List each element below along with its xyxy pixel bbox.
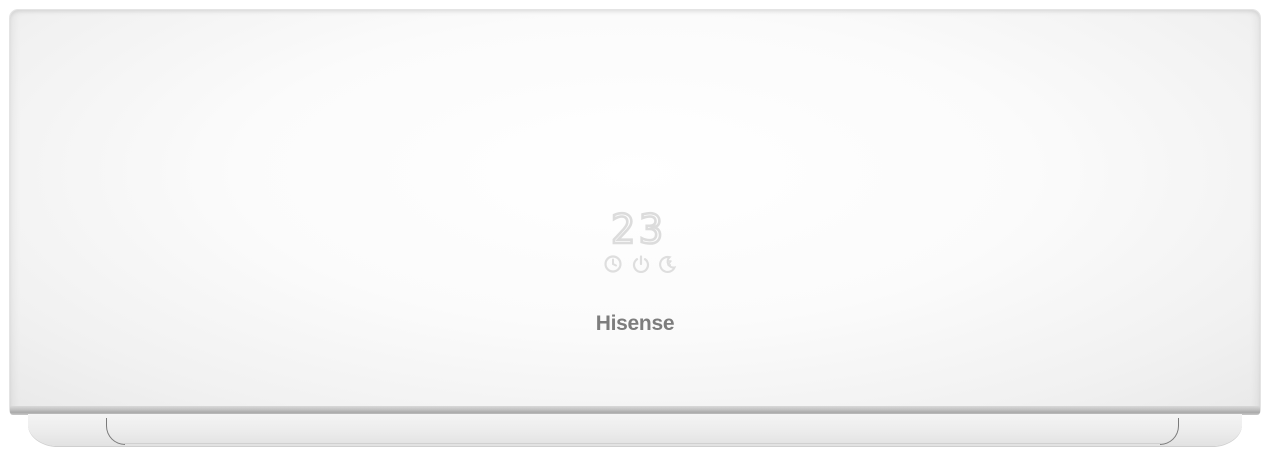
louver-bottom-edge (123, 443, 1161, 444)
timer-icon (604, 255, 622, 273)
sleep-icon (659, 255, 677, 273)
brand-logo: Hisense (595, 312, 675, 335)
led-display: 23 (598, 202, 688, 282)
temperature-readout: 23 (610, 206, 667, 250)
temperature-value: 23 (611, 207, 667, 250)
indicator-row (598, 253, 688, 277)
air-conditioner-photo: 23 Hisense (0, 0, 1270, 451)
power-icon (632, 255, 650, 273)
ac-louver (28, 414, 1242, 446)
